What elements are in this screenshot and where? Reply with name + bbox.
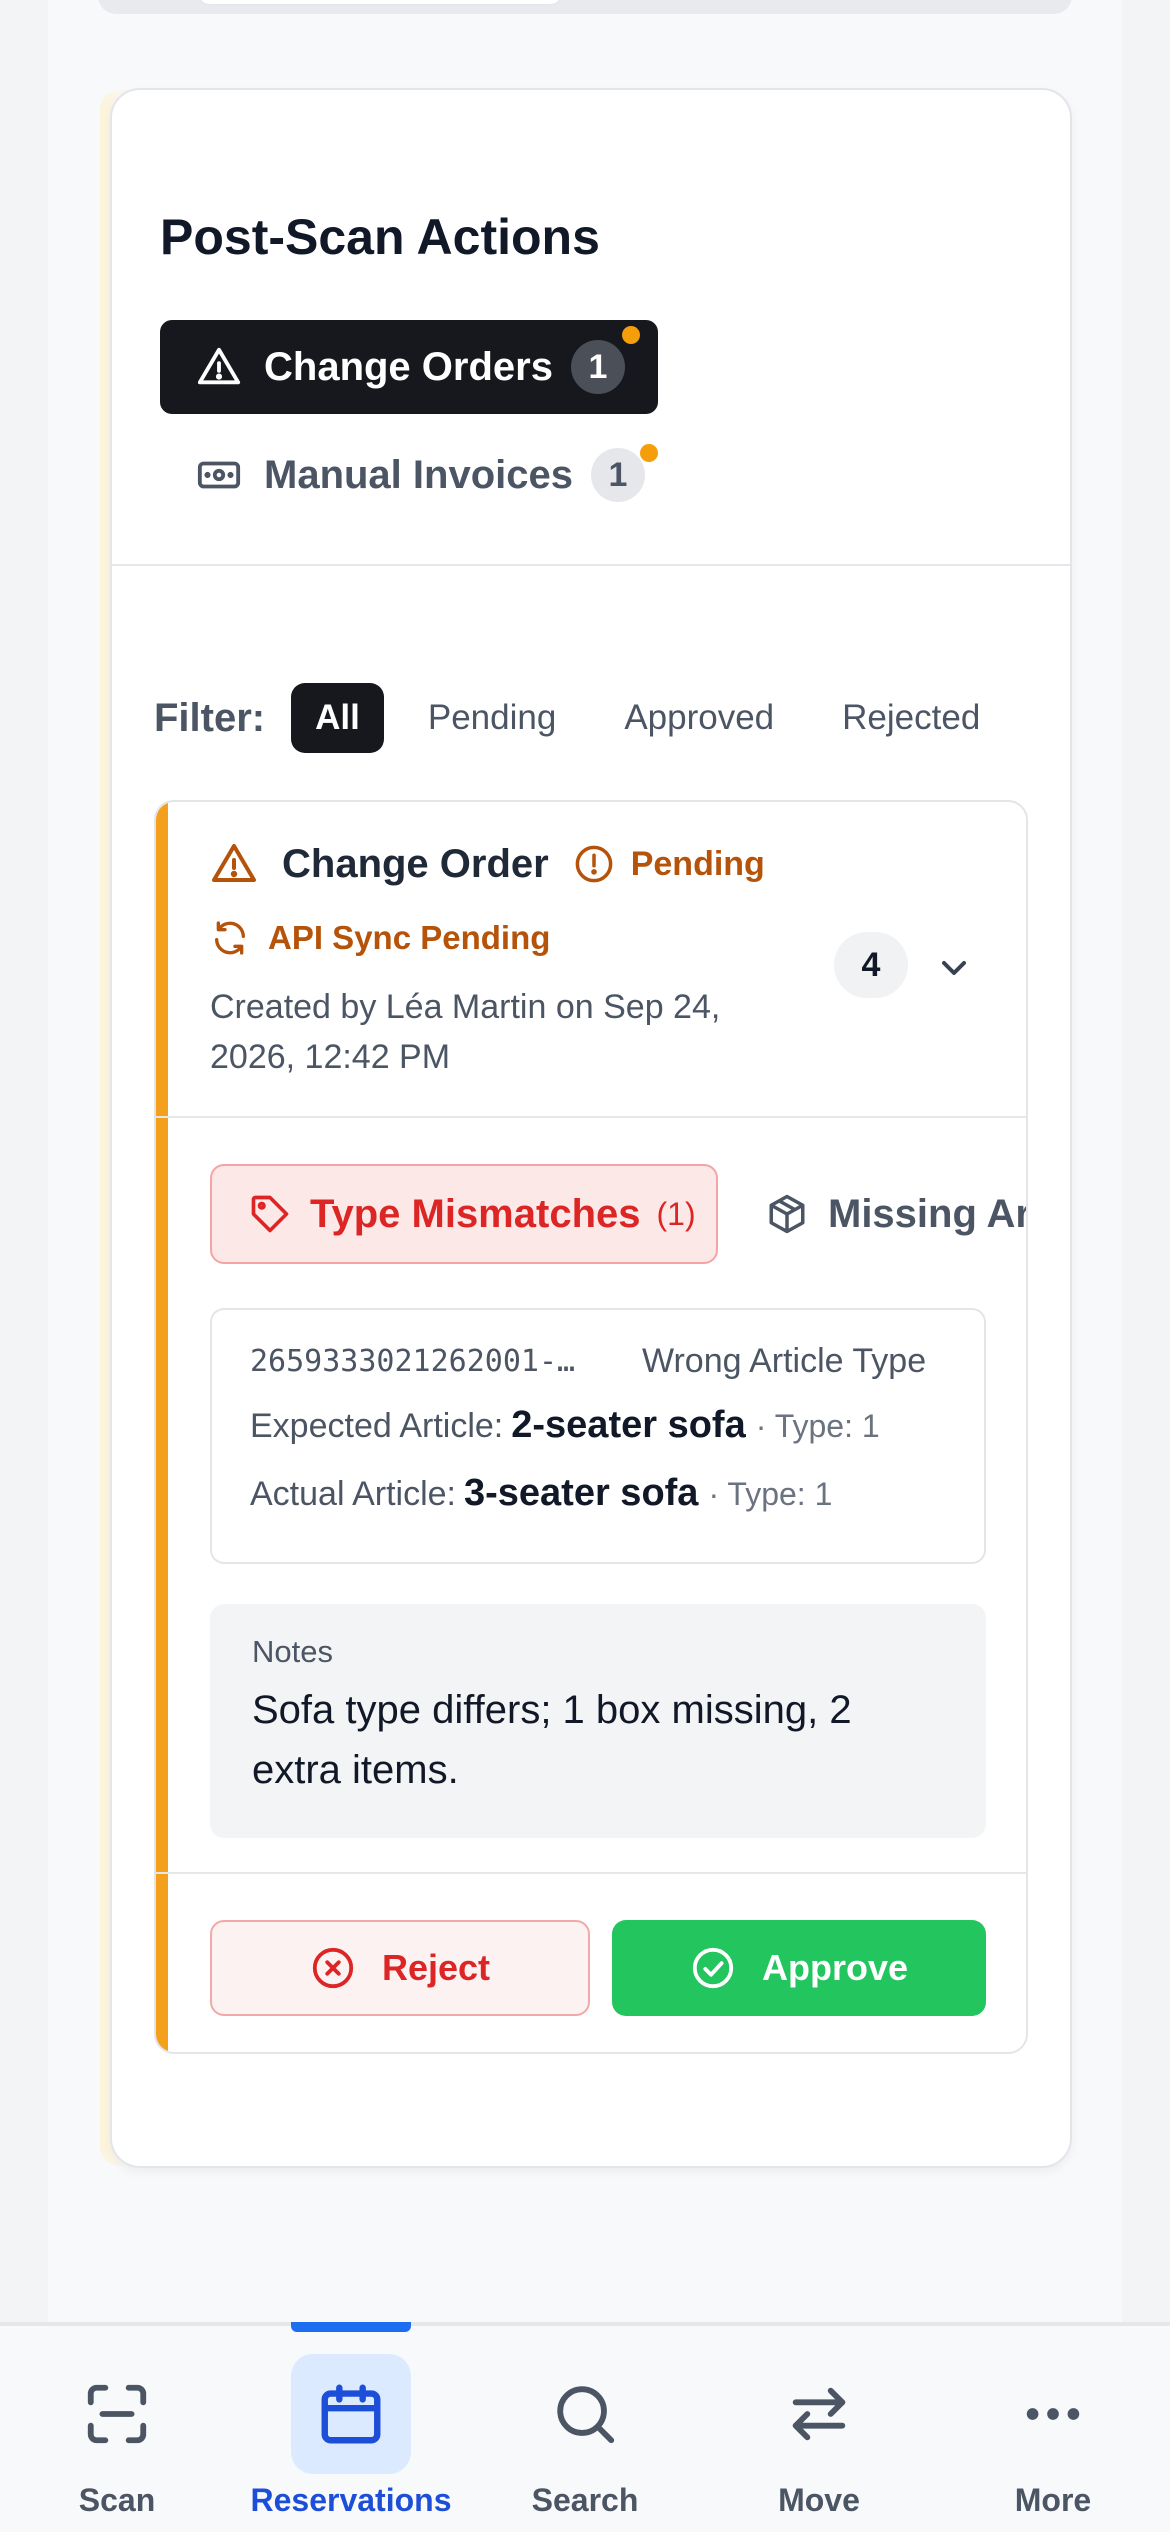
approve-button-label: Approve [761,1947,909,1988]
nav-more-icon-wrap [993,2354,1113,2474]
order-status-bar [156,802,168,2052]
tab-change-orders-count: 1 [570,340,625,394]
tab-change-orders[interactable]: Change Orders 1 [160,320,658,414]
change-orders-notification-dot [622,326,640,344]
filter-chip-rejected[interactable]: Rejected [818,683,1004,753]
issue-tab-missing-articles[interactable]: Missing Articles [766,1164,1028,1264]
tab-manual-invoices-count: 1 [590,448,645,502]
nav-label-more: More [1014,2482,1092,2518]
post-scan-actions-card: Post-Scan Actions Change Orders 1 Manual… [110,88,1072,2168]
notes-text: Sofa type differs; 1 box missing, 2 extr… [252,1688,852,1792]
actual-article-row: Actual Article: 3-seater sofa · Type: 1 [250,1472,832,1515]
nav-item-more[interactable]: More [936,2326,1170,2532]
tab-change-orders-label: Change Orders [264,344,553,389]
warning-triangle-icon [197,347,241,385]
sync-icon [215,921,245,955]
reject-button[interactable]: Reject [210,1920,590,2016]
mismatch-item: 2659333021262001-… Wrong Article Type Ex… [210,1308,986,1564]
nav-label-move: Move [778,2482,860,2518]
issue-tab-type-mismatches[interactable]: Type Mismatches (1) [210,1164,718,1264]
tab-manual-invoices[interactable]: Manual Invoices 1 [196,430,645,520]
previous-section-control [196,0,564,6]
expected-article-row: Expected Article: 2-seater sofa · Type: … [250,1404,880,1447]
x-circle-icon [312,1947,354,1989]
scan-icon [87,2384,147,2444]
tag-icon [251,1195,289,1233]
calendar-icon [321,2384,381,2444]
nav-search-icon-wrap [525,2354,645,2474]
filter-bar: Filter: All Pending Approved Rejected [154,682,1024,754]
more-dots-icon [1026,2408,1080,2420]
reject-button-label: Reject [381,1947,491,1988]
sync-status: API Sync Pending [210,918,550,958]
tab-manual-invoices-label: Manual Invoices [264,452,573,497]
filter-chip-approved[interactable]: Approved [600,683,798,753]
issue-tab-type-mismatches-label: Type Mismatches [310,1191,641,1236]
actual-article-name: 3-seater sofa [463,1472,699,1514]
item-issue-type: Wrong Article Type [642,1342,927,1380]
issue-tab-type-mismatches-count: (1) [656,1195,696,1232]
chevron-down-icon[interactable] [934,948,974,988]
box-icon [769,1194,805,1234]
sync-status-text: API Sync Pending [268,919,551,956]
nav-label-scan: Scan [78,2482,156,2518]
nav-label-search: Search [531,2482,639,2518]
approve-button[interactable]: Approve [612,1920,986,2016]
cash-icon [197,461,241,489]
expected-article-name: 2-seater sofa [511,1404,746,1446]
swap-arrows-icon [792,2387,846,2441]
created-info: Created by Léa Martin on Sep 24, 2026, 1… [210,988,721,1076]
nav-item-search[interactable]: Search [468,2326,702,2532]
order-header: Change Order Pending [210,840,765,888]
notes-box: Notes Sofa type differs; 1 box missing, … [210,1604,986,1838]
nav-item-scan[interactable]: Scan [0,2326,234,2532]
filter-chip-pending[interactable]: Pending [404,683,580,753]
filter-label: Filter: [154,695,266,740]
nav-scan-icon-wrap [57,2354,177,2474]
issue-tab-missing-articles-label: Missing Articles [828,1191,1028,1236]
nav-item-move[interactable]: Move [702,2326,936,2532]
change-order-card: Change Order Pending API Sync Pending Cr… [154,800,1028,2054]
manual-invoices-notification-dot [640,444,658,462]
nav-label-reservations: Reservations [250,2482,452,2518]
notes-label: Notes [252,1634,333,1669]
filter-chip-all[interactable]: All [291,683,384,753]
nav-move-icon-wrap [759,2354,879,2474]
expected-article-label: Expected Article: [250,1407,504,1445]
order-title: Change Order [282,841,549,886]
status-badge: Pending [630,844,765,883]
actual-article-type: · Type: 1 [708,1476,833,1512]
item-barcode: 2659333021262001-… [250,1344,576,1379]
check-circle-icon [692,1947,734,1989]
bottom-navigation: Scan Reservations Search Move More [0,2322,1170,2532]
search-icon [557,2386,615,2444]
item-count-badge: 4 [834,932,908,998]
nav-item-reservations[interactable]: Reservations [234,2322,468,2532]
tabs-divider [112,564,1070,566]
order-header-divider [156,1116,1026,1118]
expected-article-type: · Type: 1 [755,1408,880,1444]
card-title: Post-Scan Actions [160,209,600,265]
warning-triangle-icon [212,844,256,882]
nav-active-indicator [291,2322,411,2332]
actual-article-label: Actual Article: [250,1475,456,1513]
actions-divider [156,1872,1026,1874]
alert-circle-icon [575,845,613,883]
nav-reservations-icon-wrap [291,2354,411,2474]
